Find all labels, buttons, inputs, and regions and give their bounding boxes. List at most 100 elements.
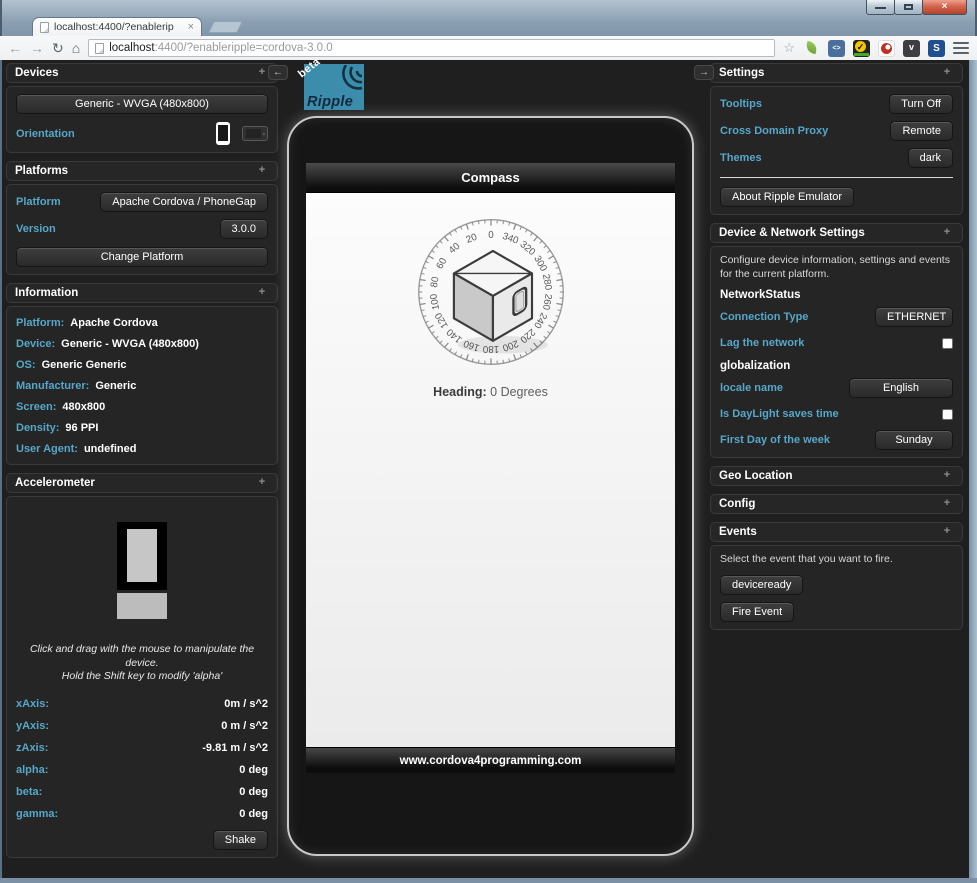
connection-type-select[interactable]: ETHERNET bbox=[875, 307, 953, 327]
extension-checkmark-icon[interactable]: ✓ bbox=[853, 40, 870, 57]
information-section: Information + Platform:Apache Cordova De… bbox=[6, 283, 278, 465]
platform-row: Platform Apache Cordova / PhoneGap bbox=[16, 192, 268, 212]
setting-button[interactable]: Turn Off bbox=[889, 94, 953, 114]
axis-label: xAxis: bbox=[16, 698, 49, 710]
setting-button[interactable]: Remote bbox=[890, 121, 953, 141]
landscape-icon[interactable] bbox=[242, 126, 268, 141]
move-icon[interactable]: + bbox=[255, 66, 269, 80]
minimize-button[interactable] bbox=[866, 0, 895, 15]
platforms-header: Platforms + bbox=[6, 161, 278, 181]
info-label: Device: bbox=[16, 338, 55, 350]
section-title: Events bbox=[719, 526, 757, 538]
svg-text:340: 340 bbox=[500, 231, 520, 247]
section-title: Devices bbox=[15, 67, 58, 79]
window-controls: × bbox=[867, 0, 967, 15]
browser-tab[interactable]: localhost:4400/?enablerip × bbox=[32, 17, 202, 36]
accelerometer-device-graphic[interactable] bbox=[117, 522, 167, 619]
portrait-icon[interactable] bbox=[216, 122, 230, 145]
orientation-icons bbox=[216, 122, 268, 145]
move-icon[interactable]: + bbox=[255, 164, 269, 178]
about-ripple-button[interactable]: About Ripple Emulator bbox=[720, 187, 854, 207]
app-footer: www.cordova4programming.com bbox=[306, 747, 675, 773]
platform-select[interactable]: Apache Cordova / PhoneGap bbox=[100, 192, 268, 212]
bookmark-star-icon[interactable]: ☆ bbox=[783, 40, 795, 56]
config-section: Config + bbox=[710, 494, 963, 514]
devices-body: Generic - WVGA (480x800) Orientation bbox=[6, 86, 278, 153]
info-row: Screen:480x800 bbox=[16, 398, 268, 415]
settings-rows: TooltipsTurn Off Cross Domain ProxyRemot… bbox=[720, 94, 953, 168]
device-select[interactable]: Generic - WVGA (480x800) bbox=[16, 94, 268, 114]
extension-pdf-icon[interactable] bbox=[878, 40, 895, 57]
first-day-select[interactable]: Sunday bbox=[875, 430, 953, 450]
info-value: Apache Cordova bbox=[70, 317, 157, 329]
config-header: Config + bbox=[710, 494, 963, 514]
extension-devtools-icon[interactable]: <> bbox=[828, 40, 845, 57]
app-content: 0204060801001201401601802002202402602803… bbox=[306, 193, 675, 747]
info-label: Manufacturer: bbox=[16, 380, 89, 392]
browser-window: × localhost:4400/?enablerip × ← → ↻ ⌂ lo… bbox=[0, 0, 977, 883]
event-select[interactable]: deviceready bbox=[720, 575, 803, 595]
section-title: Geo Location bbox=[719, 470, 792, 482]
info-label: Screen: bbox=[16, 401, 56, 413]
information-header: Information + bbox=[6, 283, 278, 303]
url-text: localhost:4400/?enableripple=cordova-3.0… bbox=[109, 42, 332, 54]
svg-text:260: 260 bbox=[539, 293, 553, 311]
address-bar[interactable]: localhost:4400/?enableripple=cordova-3.0… bbox=[88, 39, 775, 57]
axis-label: beta: bbox=[16, 786, 42, 798]
fire-event-button[interactable]: Fire Event bbox=[720, 602, 794, 622]
device-network-description: Configure device information, settings a… bbox=[720, 254, 953, 281]
reload-icon[interactable]: ↻ bbox=[52, 41, 64, 55]
lag-network-checkbox[interactable] bbox=[942, 338, 953, 349]
move-icon[interactable]: + bbox=[940, 226, 954, 240]
events-header: Events + bbox=[710, 522, 963, 542]
move-icon[interactable]: + bbox=[940, 525, 954, 539]
locale-select[interactable]: English bbox=[849, 378, 953, 398]
collapse-left-panel-button[interactable]: ← bbox=[268, 65, 288, 80]
window-frame-bottom bbox=[0, 878, 977, 883]
close-button[interactable]: × bbox=[922, 0, 967, 15]
back-icon[interactable]: ← bbox=[8, 41, 22, 55]
daylight-checkbox[interactable] bbox=[942, 409, 953, 420]
extension-leaf-icon[interactable] bbox=[803, 40, 820, 57]
shake-button[interactable]: Shake bbox=[213, 830, 268, 850]
move-icon[interactable]: + bbox=[940, 497, 954, 511]
svg-text:40: 40 bbox=[446, 241, 462, 257]
devices-section: Devices + Generic - WVGA (480x800) Orien… bbox=[6, 63, 278, 153]
move-icon[interactable]: + bbox=[940, 66, 954, 80]
compass-dial[interactable]: 0204060801001201401601802002202402602803… bbox=[408, 209, 574, 375]
accelerometer-axis-row: xAxis:0m / s^2 bbox=[16, 698, 268, 710]
section-title: Settings bbox=[719, 67, 764, 79]
maximize-button[interactable] bbox=[894, 0, 923, 15]
forward-icon[interactable]: → bbox=[30, 41, 44, 55]
svg-text:280: 280 bbox=[539, 273, 553, 291]
first-day-label: First Day of the week bbox=[720, 434, 830, 446]
change-platform-button[interactable]: Change Platform bbox=[16, 247, 268, 267]
connection-type-row: Connection Type ETHERNET bbox=[720, 307, 953, 327]
move-icon[interactable]: + bbox=[940, 469, 954, 483]
tab-close-icon[interactable]: × bbox=[188, 22, 194, 33]
extension-s-icon[interactable]: S bbox=[928, 40, 945, 57]
new-tab-button[interactable] bbox=[208, 21, 243, 33]
move-icon[interactable]: + bbox=[255, 286, 269, 300]
ripple-logo-text: Ripple bbox=[307, 94, 353, 110]
settings-row: TooltipsTurn Off bbox=[720, 94, 953, 114]
window-frame-right bbox=[969, 60, 977, 883]
lag-network-row: Lag the network bbox=[720, 334, 953, 352]
setting-button[interactable]: dark bbox=[908, 148, 953, 168]
home-icon[interactable]: ⌂ bbox=[72, 41, 80, 55]
extension-pocket-icon[interactable]: v bbox=[903, 40, 920, 57]
events-description: Select the event that you want to fire. bbox=[720, 553, 953, 567]
collapse-right-panel-button[interactable]: → bbox=[694, 65, 714, 80]
version-row: Version 3.0.0 bbox=[16, 219, 268, 239]
accelerometer-axis-row: beta:0 deg bbox=[16, 786, 268, 798]
settings-header: Settings + bbox=[710, 63, 963, 83]
left-panel: Devices + Generic - WVGA (480x800) Orien… bbox=[6, 63, 278, 858]
svg-text:80: 80 bbox=[428, 275, 441, 288]
version-select[interactable]: 3.0.0 bbox=[220, 219, 268, 239]
browser-menu-icon[interactable] bbox=[953, 42, 969, 54]
move-icon[interactable]: + bbox=[255, 476, 269, 490]
information-body: Platform:Apache Cordova Device:Generic -… bbox=[6, 306, 278, 465]
ripple-waves-icon bbox=[333, 65, 363, 91]
network-status-group: NetworkStatus bbox=[720, 289, 953, 301]
info-row: Density:96 PPI bbox=[16, 419, 268, 436]
